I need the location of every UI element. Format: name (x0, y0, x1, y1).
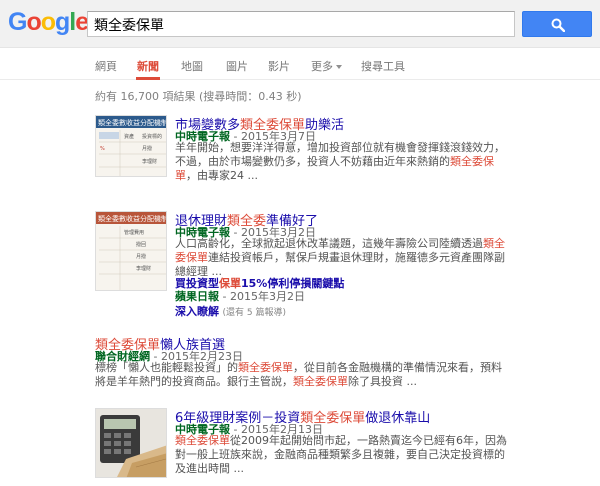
svg-text:類全委數收益分配機制: 類全委數收益分配機制 (98, 214, 167, 223)
result-snippet: 標榜「懶人也能輕鬆投資」的類全委保單，從目前各金融機構的準備情況來看，預料將是羊… (95, 361, 502, 388)
result-stats: 約有 16,700 項結果 (搜尋時間：0.43 秒) (95, 90, 302, 103)
header-bar: Google (0, 0, 600, 48)
tab-videos[interactable]: 影片 (268, 58, 290, 74)
svg-text:管理費用: 管理費用 (124, 229, 144, 236)
result-thumbnail[interactable]: 類全委數收益分配機制 資產 投資標的 % 月撥 李理財 (95, 115, 167, 177)
result-thumbnail[interactable] (95, 408, 167, 478)
thumb-title: 類全委數收益分配機制 (98, 118, 167, 127)
svg-text:資產: 資產 (124, 133, 134, 140)
active-tab-indicator (136, 77, 160, 80)
svg-text:%: % (100, 146, 105, 152)
tab-maps[interactable]: 地圖 (181, 58, 203, 74)
more-coverage-link[interactable]: 深入瞭解 (175, 305, 219, 318)
search-button[interactable] (522, 11, 592, 37)
more-coverage-count: (還有 5 篇報導) (222, 308, 286, 318)
result-snippet: 羊年開始，想要洋洋得意，增加投資部位就有機會發揮錢滾錢效力，不過，由於市場變數仍… (175, 141, 505, 182)
tab-search-tools[interactable]: 搜尋工具 (361, 58, 405, 74)
svg-text:李理財: 李理財 (142, 158, 157, 165)
search-input[interactable] (94, 15, 504, 35)
svg-text:撥回: 撥回 (136, 241, 146, 248)
svg-text:月撥: 月撥 (142, 145, 152, 152)
svg-text:投資標的: 投資標的 (142, 133, 162, 140)
search-icon (551, 18, 565, 32)
chevron-down-icon (336, 65, 342, 69)
search-box[interactable] (87, 11, 515, 37)
svg-text:月撥: 月撥 (136, 253, 146, 260)
result-snippet: 類全委保單從2009年起開始問市起，一路熱賣迄今已經有6年，因為對一般上班族來說… (175, 434, 507, 475)
related-article-source: 蘋果日報 - 2015年3月2日 (175, 290, 305, 303)
more-coverage: 深入瞭解 (還有 5 篇報導) (175, 303, 286, 319)
tab-more[interactable]: 更多 (311, 58, 342, 74)
result-thumbnail[interactable]: 類全委數收益分配機制 管理費用 撥回 月撥 李理財 (95, 211, 167, 291)
tab-images[interactable]: 圖片 (226, 58, 248, 74)
tab-news[interactable]: 新聞 (137, 58, 159, 74)
google-logo[interactable]: Google (8, 7, 89, 37)
tab-web[interactable]: 網頁 (95, 58, 117, 74)
tab-more-label: 更多 (311, 60, 333, 73)
search-tabs: 網頁 新聞 地圖 圖片 影片 更多 搜尋工具 (0, 48, 600, 80)
svg-text:李理財: 李理財 (136, 265, 151, 272)
result-snippet: 人口高齡化，全球掀起退休改革議題，這幾年壽險公司陸續透過類全委保單連結投資帳戶，… (175, 237, 505, 278)
